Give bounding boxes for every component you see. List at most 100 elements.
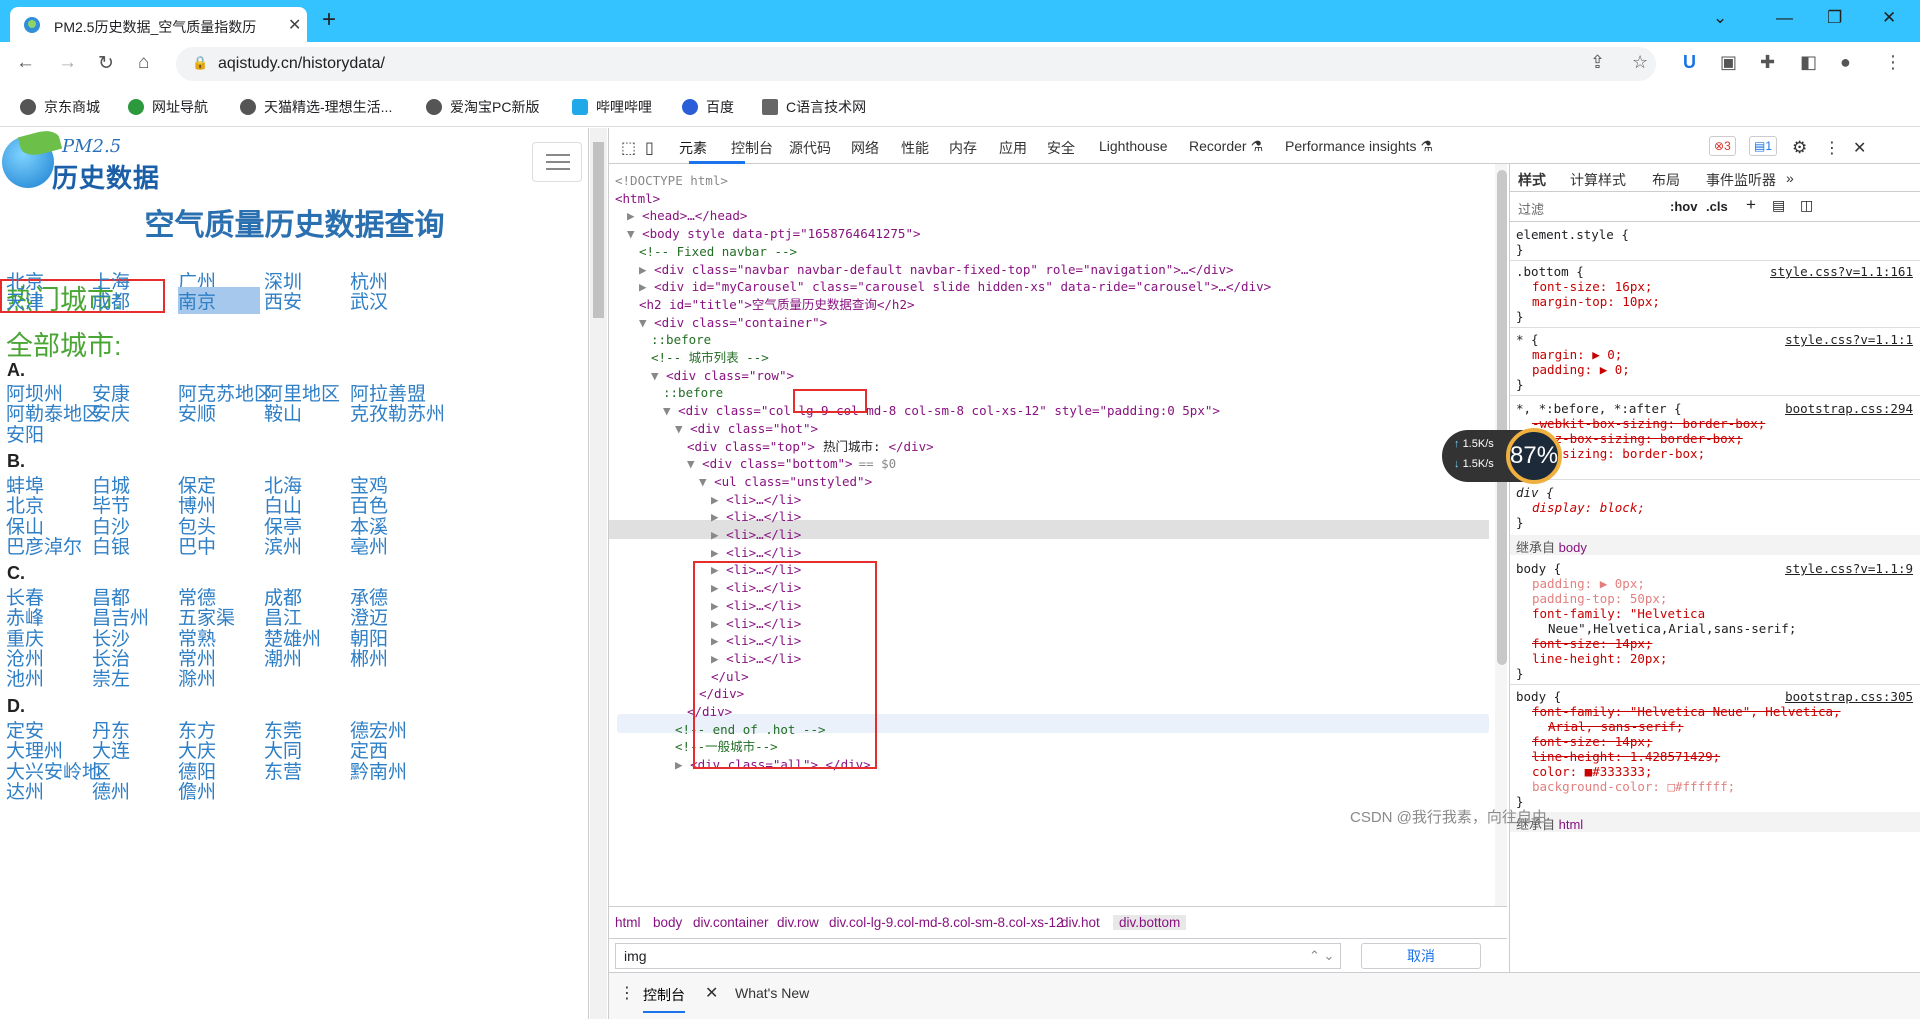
expand-arrow-icon[interactable]: ▶ bbox=[627, 208, 642, 223]
city-link[interactable]: 巴彦淖尔 bbox=[6, 532, 82, 559]
close-tab-icon[interactable]: ✕ bbox=[705, 983, 718, 1003]
inspect-icon[interactable]: ⬚ bbox=[621, 138, 636, 158]
city-link[interactable]: 安顺 bbox=[178, 399, 216, 426]
extension-u-icon[interactable]: U bbox=[1683, 52, 1696, 73]
page-scrollbar[interactable] bbox=[590, 128, 607, 1019]
css-line[interactable]: } bbox=[1516, 665, 1524, 683]
breadcrumb-item[interactable]: div.row bbox=[777, 915, 819, 930]
search-nav-icon[interactable]: ⌃ ⌄ bbox=[1309, 948, 1334, 964]
rule-source-link[interactable]: bootstrap.css:294 bbox=[1785, 400, 1913, 418]
cancel-button[interactable]: 取消 bbox=[1361, 943, 1481, 969]
styles-tab[interactable]: 事件监听器 bbox=[1706, 170, 1776, 190]
devtools-tab[interactable]: 安全 bbox=[1047, 138, 1075, 158]
forward-icon[interactable]: → bbox=[58, 52, 77, 74]
site-logo[interactable]: PM2.5 历史数据 bbox=[2, 128, 167, 193]
drawer-menu-icon[interactable]: ⋮ bbox=[619, 983, 635, 1003]
devtools-tab[interactable]: Recorder ⚗ bbox=[1189, 138, 1263, 155]
hot-city-link[interactable]: 西安 bbox=[264, 287, 302, 314]
expand-arrow-icon[interactable]: ▶ bbox=[675, 757, 690, 772]
devtools-tab[interactable]: 控制台 bbox=[731, 138, 773, 158]
city-link[interactable]: 达州 bbox=[6, 777, 44, 804]
styles-tab[interactable]: 计算样式 bbox=[1570, 170, 1626, 190]
dom-node[interactable]: ::before bbox=[663, 384, 723, 402]
styles-tab[interactable]: 布局 bbox=[1652, 170, 1680, 190]
rule-source-link[interactable]: style.css?v=1.1:9 bbox=[1785, 560, 1913, 578]
expand-arrow-icon[interactable]: ▶ bbox=[711, 492, 726, 507]
close-devtools-icon[interactable]: ✕ bbox=[1853, 138, 1866, 158]
city-link[interactable]: 东营 bbox=[264, 757, 302, 784]
dom-node[interactable]: ▶ <li>…</li> bbox=[711, 526, 801, 544]
city-link[interactable]: 德州 bbox=[92, 777, 130, 804]
css-line[interactable]: } bbox=[1516, 376, 1524, 394]
styles-tab[interactable]: 样式 bbox=[1518, 170, 1546, 190]
devtools-tab[interactable]: 应用 bbox=[999, 138, 1027, 158]
devtools-tab[interactable]: 性能 bbox=[901, 138, 929, 158]
expand-arrow-icon[interactable]: ▶ bbox=[711, 509, 726, 524]
city-link[interactable]: 池州 bbox=[6, 664, 44, 691]
dom-node[interactable]: <!-- 城市列表 --> bbox=[651, 349, 769, 367]
home-icon[interactable]: ⌂ bbox=[138, 52, 149, 74]
maximize-icon[interactable]: ❐ bbox=[1827, 8, 1842, 28]
address-bar[interactable]: 🔒 aqistudy.cn/historydata/ bbox=[176, 47, 1656, 81]
css-line[interactable]: display: block; bbox=[1532, 499, 1645, 517]
dom-node[interactable]: <!-- Fixed navbar --> bbox=[639, 243, 797, 261]
dom-node[interactable]: ▶ <li>…</li> bbox=[711, 544, 801, 562]
devtools-tab[interactable]: 内存 bbox=[949, 138, 977, 158]
expand-arrow-icon[interactable]: ▼ bbox=[675, 421, 690, 436]
expand-arrow-icon[interactable]: ▼ bbox=[699, 474, 714, 489]
sidebar-toggle-icon[interactable]: ◫ bbox=[1800, 197, 1813, 214]
breadcrumb-item[interactable]: div.bottom bbox=[1113, 915, 1187, 930]
hot-city-link[interactable]: 南京 bbox=[178, 287, 260, 314]
breadcrumb-item[interactable]: div.hot bbox=[1061, 915, 1100, 930]
bookmark-item[interactable]: 哔哩哔哩 bbox=[572, 97, 652, 117]
close-tab-icon[interactable]: ✕ bbox=[288, 15, 301, 35]
city-link[interactable]: 崇左 bbox=[92, 664, 130, 691]
filter-input[interactable]: 过滤 bbox=[1518, 199, 1544, 218]
puzzle-icon[interactable]: ✚ bbox=[1760, 52, 1775, 73]
city-link[interactable]: 白银 bbox=[92, 532, 130, 559]
expand-arrow-icon[interactable]: ▼ bbox=[687, 456, 702, 471]
elements-scrollbar[interactable] bbox=[1495, 164, 1507, 906]
expand-arrow-icon[interactable]: ▼ bbox=[627, 226, 642, 241]
bookmark-item[interactable]: 天猫精选-理想生活... bbox=[240, 97, 392, 117]
bookmark-item[interactable]: 爱淘宝PC新版 bbox=[426, 97, 539, 117]
expand-arrow-icon[interactable]: ▶ bbox=[639, 262, 654, 277]
scroll-thumb[interactable] bbox=[1497, 170, 1507, 665]
reload-icon[interactable]: ↻ bbox=[98, 52, 114, 75]
minimize-icon[interactable]: — bbox=[1776, 8, 1793, 28]
expand-arrow-icon[interactable]: ▼ bbox=[663, 403, 678, 418]
city-link[interactable]: 郴州 bbox=[350, 644, 388, 671]
city-link[interactable]: 黔南州 bbox=[350, 757, 407, 784]
city-link[interactable]: 安阳 bbox=[6, 420, 44, 447]
bookmark-item[interactable]: 网址导航 bbox=[128, 97, 208, 117]
rule-selector[interactable]: element.style { bbox=[1516, 226, 1629, 244]
css-line[interactable]: padding: ▶ 0; bbox=[1532, 361, 1630, 379]
city-link[interactable]: 滨州 bbox=[264, 532, 302, 559]
dom-node[interactable]: ▶ <head>…</head> bbox=[627, 207, 747, 225]
breadcrumb-item[interactable]: body bbox=[653, 915, 682, 930]
dom-node[interactable]: <h2 id="title">空气质量历史数据查询</h2> bbox=[639, 296, 915, 314]
inherited-from[interactable]: body bbox=[1559, 540, 1587, 555]
expand-arrow-icon[interactable]: ▼ bbox=[651, 368, 666, 383]
dom-node[interactable]: ::before bbox=[651, 331, 711, 349]
rule-source-link[interactable]: style.css?v=1.1:161 bbox=[1770, 263, 1913, 281]
device-toggle-icon[interactable]: ▯ bbox=[645, 138, 654, 158]
url-text[interactable]: aqistudy.cn/historydata/ bbox=[218, 55, 385, 73]
dom-node[interactable]: ▼ <body style data-ptj="1658764641275"> bbox=[627, 225, 921, 243]
dom-node[interactable]: ▶ <div id="myCarousel" class="carousel s… bbox=[639, 278, 1271, 296]
cls-toggle[interactable]: .cls bbox=[1706, 199, 1728, 214]
hot-city-link[interactable]: 武汉 bbox=[350, 287, 388, 314]
share-icon[interactable]: ⇪ bbox=[1590, 52, 1605, 73]
dom-node[interactable]: ▼ <div class="row"> bbox=[651, 367, 794, 385]
expand-arrow-icon[interactable]: ▶ bbox=[711, 545, 726, 560]
css-line[interactable]: background-color: □#ffffff; bbox=[1532, 778, 1735, 796]
back-icon[interactable]: ← bbox=[16, 52, 35, 74]
city-link[interactable]: 鞍山 bbox=[264, 399, 302, 426]
lock-icon[interactable]: 🔒 bbox=[192, 55, 208, 71]
dom-node[interactable]: ▼ <div class="col-lg-9 col-md-8 col-sm-8… bbox=[663, 402, 1220, 420]
city-link[interactable]: 亳州 bbox=[350, 532, 388, 559]
new-rule-icon[interactable]: + bbox=[1746, 195, 1756, 215]
city-link[interactable]: 安庆 bbox=[92, 399, 130, 426]
devtools-tab[interactable]: 元素 bbox=[679, 138, 707, 158]
hov-toggle[interactable]: :hov bbox=[1670, 199, 1697, 214]
